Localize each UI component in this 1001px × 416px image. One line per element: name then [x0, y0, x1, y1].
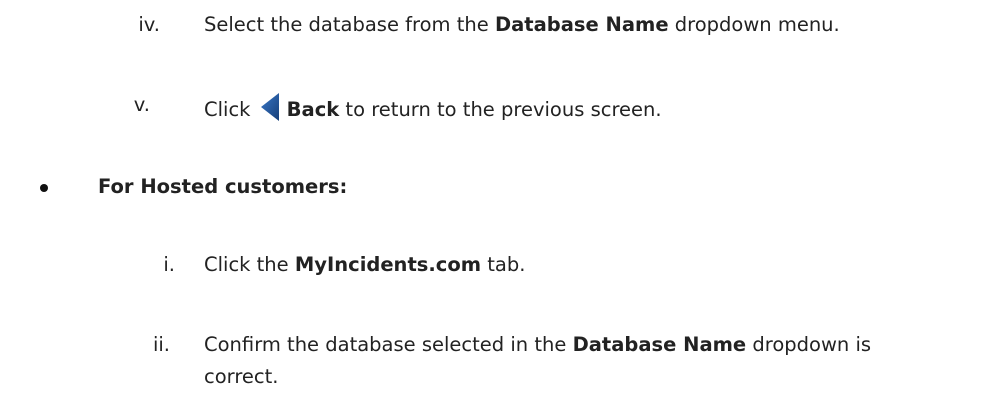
- list-item-ii: Confirm the database selected in the Dat…: [204, 332, 871, 358]
- list-item-i: Click the MyIncidents.com tab.: [204, 252, 525, 278]
- item-i-bold-myincidents: MyIncidents.com: [294, 253, 482, 276]
- item-i-text-1: Click the: [204, 253, 295, 276]
- item-ii-text-2: dropdown is: [746, 333, 872, 356]
- item-iv-bold-database-name: Database Name: [494, 13, 669, 36]
- item-i-text-2: tab.: [481, 253, 526, 276]
- list-item-iv: Select the database from the Database Na…: [204, 12, 840, 38]
- item-ii-bold-database-name: Database Name: [572, 333, 747, 356]
- list-item-ii-continuation: correct.: [204, 364, 278, 390]
- item-ii-text-3: correct.: [204, 365, 279, 388]
- document-page: iv. Select the database from the Databas…: [0, 0, 1001, 416]
- list-numeral-v: v.: [133, 93, 150, 116]
- item-v-text-1: Click: [204, 98, 251, 121]
- item-iv-text-2: dropdown menu.: [668, 13, 840, 36]
- hosted-customers-label: For Hosted customers:: [98, 175, 348, 198]
- list-item-v: Click Back to return to the previous scr…: [204, 92, 662, 123]
- item-v-text-2: to return to the previous screen.: [339, 98, 662, 121]
- back-triangle-icon: [260, 93, 279, 121]
- list-numeral-i: i.: [163, 253, 175, 276]
- list-numeral-iv: iv.: [138, 13, 160, 36]
- hosted-customers-heading: For Hosted customers:: [98, 174, 347, 200]
- item-v-bold-back: Back: [286, 98, 340, 121]
- list-numeral-ii: ii.: [152, 333, 170, 356]
- item-ii-text-1: Confirm the database selected in the: [204, 333, 573, 356]
- bullet-dot: [40, 184, 48, 192]
- item-iv-text-1: Select the database from the: [204, 13, 495, 36]
